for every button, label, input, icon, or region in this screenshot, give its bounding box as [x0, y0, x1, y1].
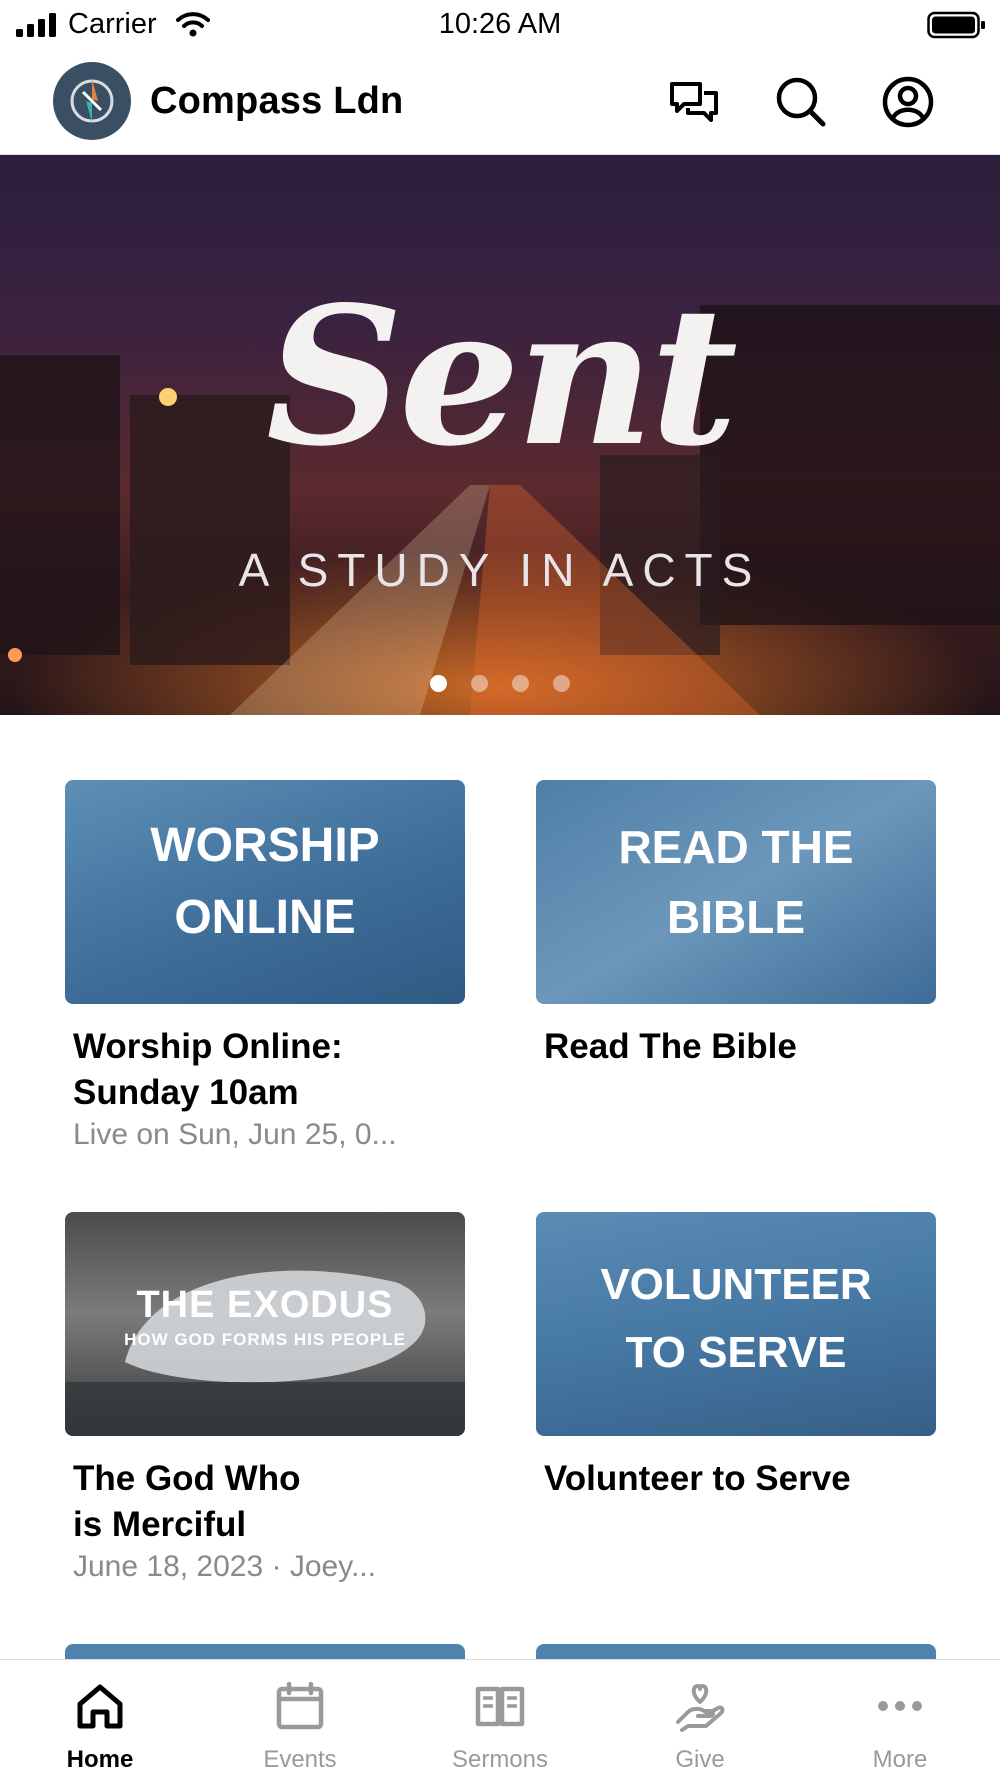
tab-label: Events [263, 1746, 337, 1773]
card-thumb-line2: ONLINE [174, 891, 356, 944]
card-title-line2: is Merciful [73, 1505, 247, 1544]
tab-label: Home [66, 1746, 134, 1773]
status-bar: Carrier 10:26 AM [0, 0, 1000, 50]
tab-events[interactable]: Events [200, 1660, 400, 1779]
app-title: Compass Ldn [150, 80, 404, 122]
card-thumb-line1: WORSHIP [150, 819, 380, 872]
book-icon [475, 1686, 525, 1727]
app-header: Compass Ldn [0, 50, 1000, 155]
hero-subtitle: A STUDY IN ACTS [238, 544, 762, 596]
card-worship-online[interactable]: WORSHIP ONLINE Worship Online: Sunday 10… [65, 780, 465, 1152]
card-thumb-line1: VOLUNTEER [600, 1260, 872, 1309]
card-thumb-line2: BIBLE [667, 891, 805, 943]
carousel-pagination[interactable] [0, 675, 1000, 697]
status-time: 10:26 AM [438, 8, 562, 40]
card-thumb-line1: THE EXODUS [136, 1284, 394, 1326]
tab-label: More [872, 1746, 928, 1773]
tab-home[interactable]: Home [0, 1660, 200, 1779]
hero-carousel[interactable]: Sent A STUDY IN ACTS [0, 155, 1000, 715]
tab-more[interactable]: More [800, 1660, 1000, 1779]
compass-icon [70, 79, 114, 123]
card-title-line2: Sunday 10am [73, 1073, 299, 1112]
card-thumbnail: THE EXODUS HOW GOD FORMS HIS PEOPLE [65, 1212, 465, 1436]
tab-label: Give [675, 1746, 725, 1773]
more-icon [878, 1701, 922, 1711]
card-subtitle: June 18, 2023 · Joey... [73, 1550, 376, 1583]
card-thumbnail: WORSHIP ONLINE [65, 780, 465, 1004]
card-title: The God Who is Merciful [73, 1456, 465, 1548]
carousel-dot-4[interactable] [553, 675, 570, 692]
card-title-line1: Volunteer to Serve [544, 1459, 851, 1498]
carousel-dot-3[interactable] [512, 675, 529, 692]
calendar-icon [276, 1681, 324, 1730]
card-thumbnail: READ THE BIBLE [536, 780, 936, 1004]
home-icon [77, 1684, 123, 1729]
card-title-line1: Read The Bible [544, 1027, 797, 1066]
hero-title: Sent [266, 265, 738, 488]
search-icon[interactable] [773, 74, 829, 130]
tab-bar: Home Events Sermons Give More [0, 1659, 1000, 1779]
card-thumbnail: VOLUNTEER TO SERVE [536, 1212, 936, 1436]
card-title: Worship Online: Sunday 10am [73, 1024, 465, 1116]
give-icon [676, 1684, 725, 1732]
tab-sermons[interactable]: Sermons [400, 1660, 600, 1779]
card-subtitle: Live on Sun, Jun 25, 0... [73, 1118, 397, 1151]
chat-icon[interactable] [666, 74, 722, 130]
card-the-god-who-is-merciful[interactable]: THE EXODUS HOW GOD FORMS HIS PEOPLE The … [65, 1212, 465, 1584]
card-title-line1: Worship Online: [73, 1027, 343, 1066]
card-title-line1: The God Who [73, 1459, 301, 1498]
card-title: Volunteer to Serve [544, 1456, 936, 1502]
card-thumb-line2: HOW GOD FORMS HIS PEOPLE [124, 1330, 406, 1349]
card-title: Read The Bible [544, 1024, 936, 1070]
battery-icon [927, 11, 985, 39]
compass-logo[interactable] [53, 62, 131, 140]
carousel-dot-1[interactable] [430, 675, 447, 692]
card-volunteer-to-serve[interactable]: VOLUNTEER TO SERVE Volunteer to Serve [536, 1212, 936, 1502]
card-read-the-bible[interactable]: READ THE BIBLE Read The Bible [536, 780, 936, 1070]
card-thumb-line2: TO SERVE [625, 1328, 847, 1377]
profile-icon[interactable] [880, 74, 936, 130]
carousel-dot-2[interactable] [471, 675, 488, 692]
tab-label: Sermons [451, 1746, 549, 1773]
card-thumb-line1: READ THE [618, 821, 854, 873]
tab-give[interactable]: Give [600, 1660, 800, 1779]
